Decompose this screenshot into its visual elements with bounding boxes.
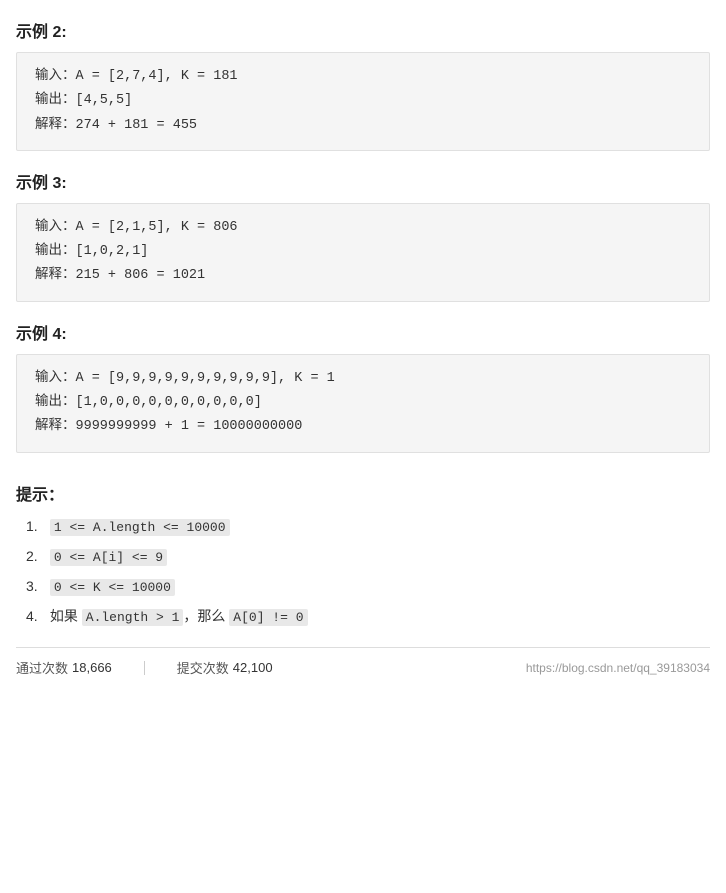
example2-explanation: 解释：274 + 181 = 455	[35, 114, 691, 138]
submit-stat: 提交次数 42,100	[177, 658, 273, 677]
pass-value: 18,666	[72, 660, 112, 675]
example3-box: 输入：A = [2,1,5], K = 806 输出：[1,0,2,1] 解释：…	[16, 203, 710, 302]
hint-text-4a: 如果	[50, 608, 82, 624]
hint-code-4a: A.length > 1	[82, 609, 184, 626]
example3-title: 示例 3:	[16, 169, 710, 193]
submit-label: 提交次数	[177, 658, 229, 677]
hint-item-1: 1. 1 <= A.length <= 10000	[26, 515, 710, 539]
hint-num-4: 4.	[26, 605, 46, 629]
hint-code-3: 0 <= K <= 10000	[50, 579, 175, 596]
hint-item-4: 4. 如果 A.length > 1，那么 A[0] != 0	[26, 605, 710, 629]
example4-title: 示例 4:	[16, 320, 710, 344]
example4-output: 输出：[1,0,0,0,0,0,0,0,0,0,0]	[35, 391, 691, 415]
example2-input: 输入：A = [2,7,4], K = 181	[35, 65, 691, 89]
hint-code-1: 1 <= A.length <= 10000	[50, 519, 230, 536]
hint-code-2: 0 <= A[i] <= 9	[50, 549, 167, 566]
footer-left: 通过次数 18,666 提交次数 42,100	[16, 658, 273, 677]
hint-num-1: 1.	[26, 515, 46, 539]
hints-title: 提示：	[16, 481, 710, 505]
hint-code-4b: A[0] != 0	[229, 609, 307, 626]
hint-item-2: 2. 0 <= A[i] <= 9	[26, 545, 710, 569]
page-wrapper: 示例 2: 输入：A = [2,7,4], K = 181 输出：[4,5,5]…	[0, 18, 726, 687]
example2-title: 示例 2:	[16, 18, 710, 42]
example3-output: 输出：[1,0,2,1]	[35, 240, 691, 264]
hints-list: 1. 1 <= A.length <= 10000 2. 0 <= A[i] <…	[16, 515, 710, 629]
example4-box: 输入：A = [9,9,9,9,9,9,9,9,9,9], K = 1 输出：[…	[16, 354, 710, 453]
hints-section: 提示： 1. 1 <= A.length <= 10000 2. 0 <= A[…	[16, 481, 710, 629]
example3-input: 输入：A = [2,1,5], K = 806	[35, 216, 691, 240]
footer-divider	[144, 661, 145, 675]
hint-text-4b: ，那么	[183, 608, 229, 624]
example4-explanation: 解释：9999999999 + 1 = 10000000000	[35, 415, 691, 439]
submit-value: 42,100	[233, 660, 273, 675]
hint-num-3: 3.	[26, 575, 46, 599]
example2-output: 输出：[4,5,5]	[35, 89, 691, 113]
pass-label: 通过次数	[16, 658, 68, 677]
example4-input: 输入：A = [9,9,9,9,9,9,9,9,9,9], K = 1	[35, 367, 691, 391]
example2-box: 输入：A = [2,7,4], K = 181 输出：[4,5,5] 解释：27…	[16, 52, 710, 151]
hint-item-3: 3. 0 <= K <= 10000	[26, 575, 710, 599]
hint-num-2: 2.	[26, 545, 46, 569]
footer-link[interactable]: https://blog.csdn.net/qq_39183034	[526, 661, 710, 675]
footer-bar: 通过次数 18,666 提交次数 42,100 https://blog.csd…	[16, 647, 710, 687]
pass-stat: 通过次数 18,666	[16, 658, 112, 677]
example3-explanation: 解释：215 + 806 = 1021	[35, 264, 691, 288]
